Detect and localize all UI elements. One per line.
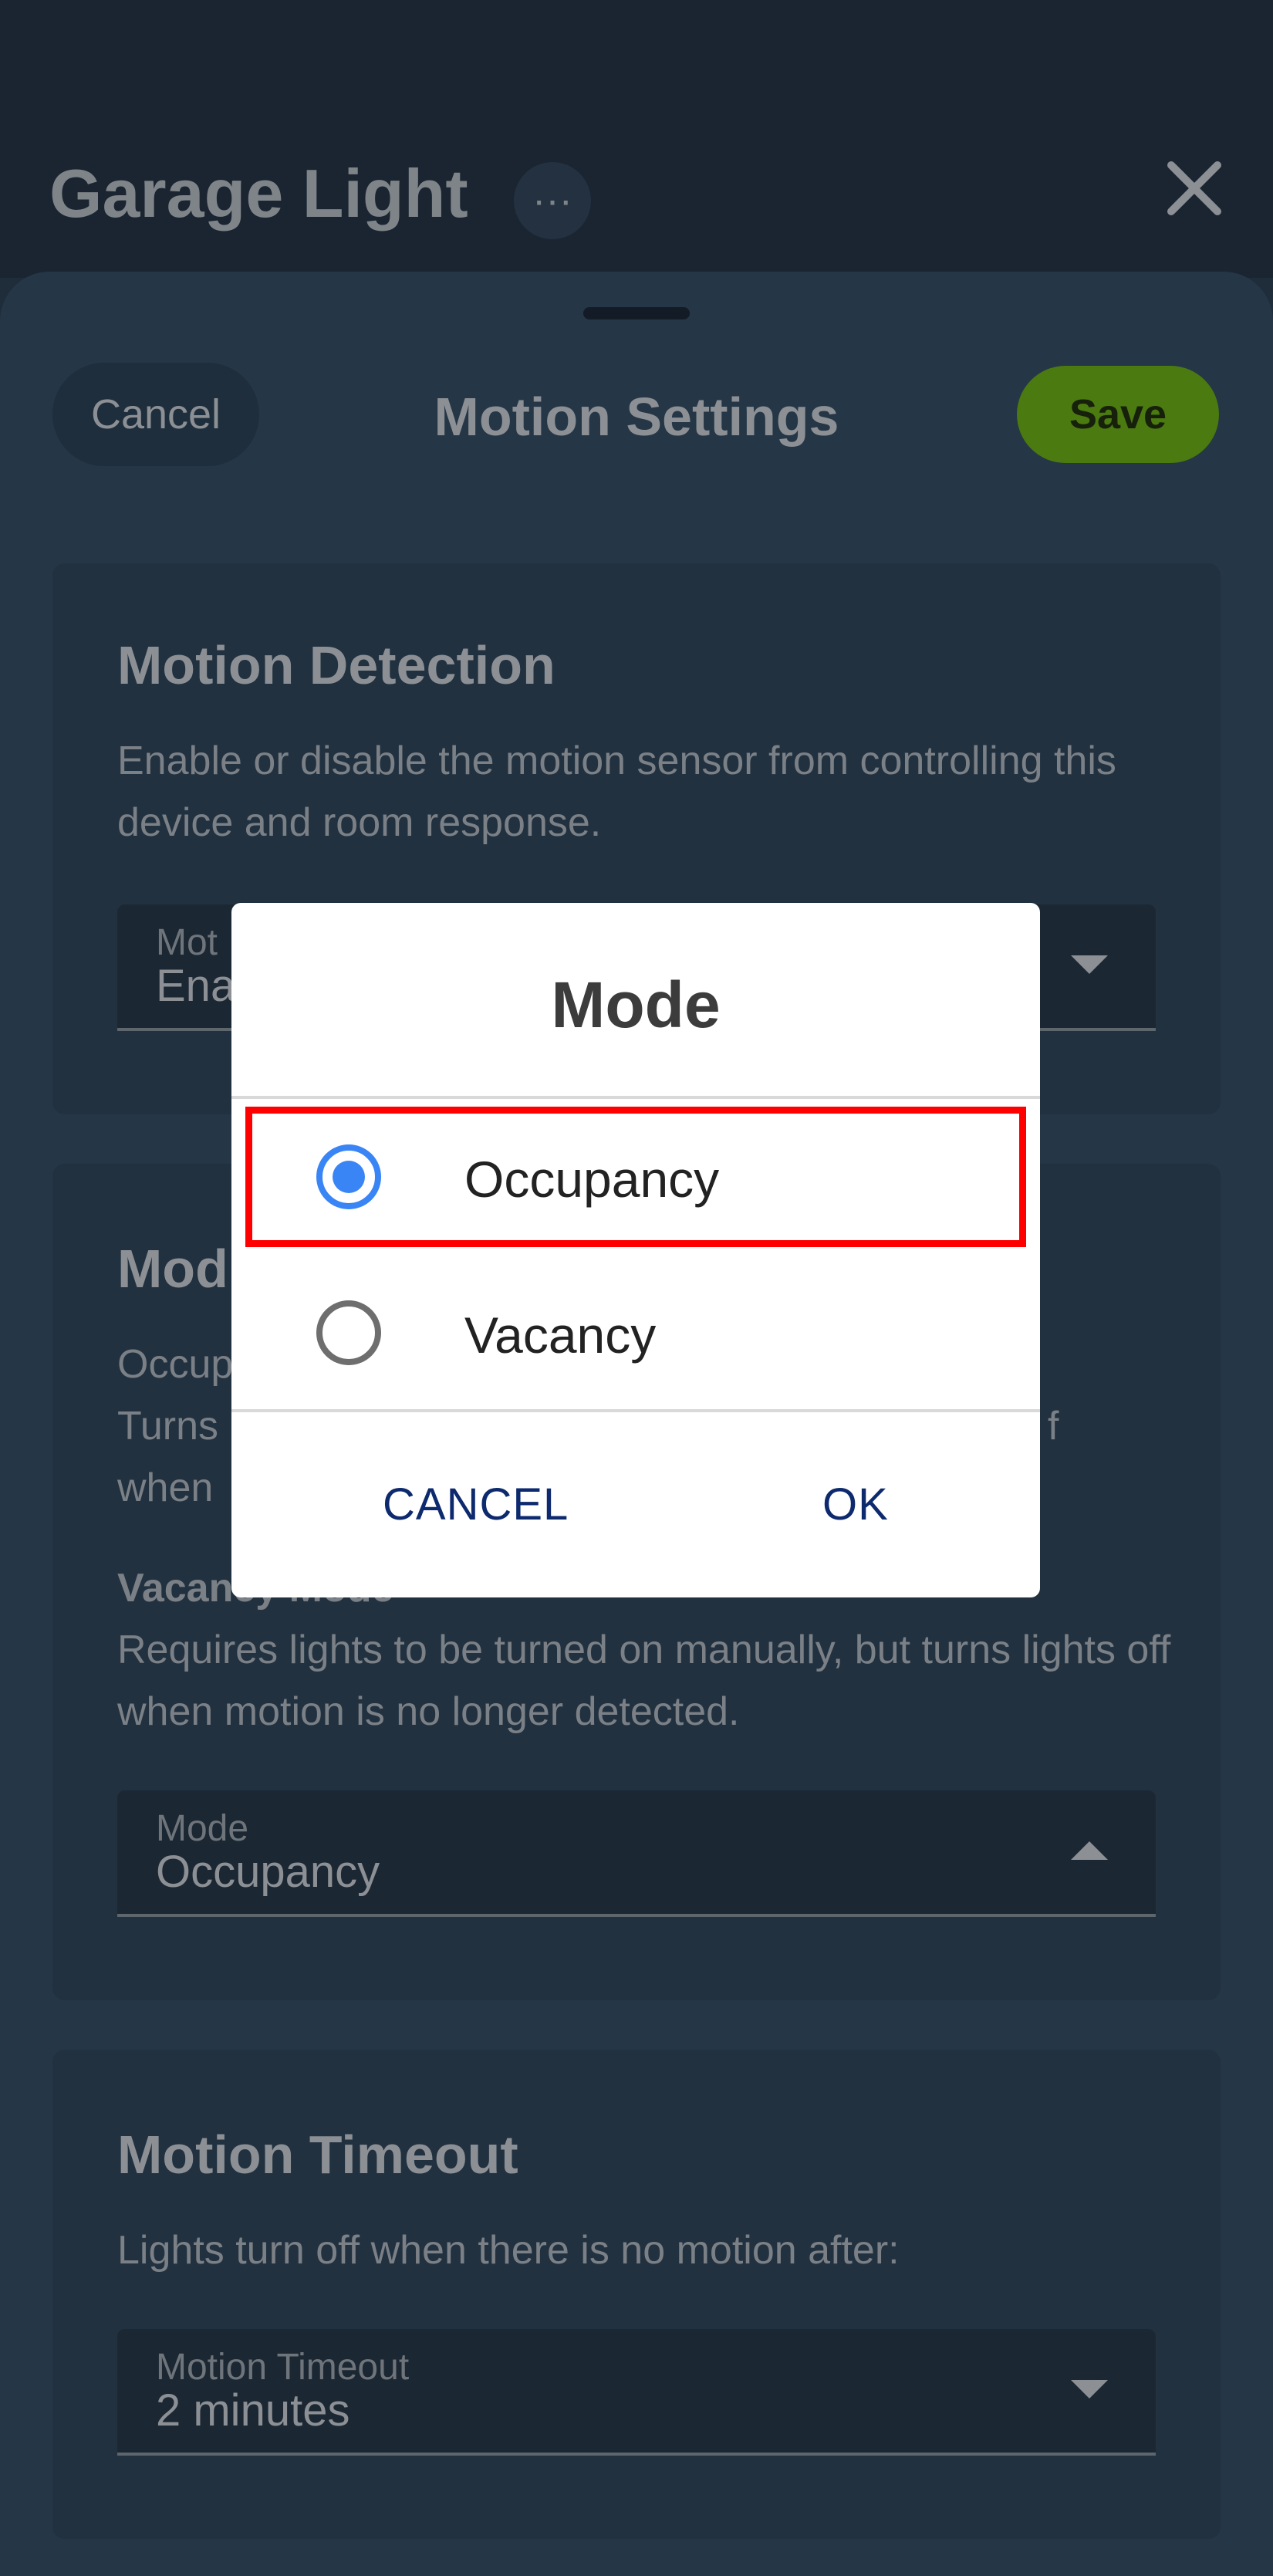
divider	[231, 1409, 1040, 1412]
field-value: Ena	[156, 961, 236, 1011]
dialog-cancel-button[interactable]: CANCEL	[383, 1479, 569, 1530]
card-description: Lights turn off when there is no motion …	[117, 2228, 900, 2273]
occupancy-line: when	[117, 1465, 214, 1510]
field-label: Mot	[156, 922, 218, 963]
motion-timeout-dropdown[interactable]: Motion Timeout 2 minutes	[117, 2329, 1156, 2456]
field-value: Occupancy	[156, 1847, 380, 1897]
occupancy-line: Turns	[117, 1404, 218, 1449]
dialog-title: Mode	[551, 969, 721, 1041]
close-icon[interactable]	[1157, 151, 1231, 225]
option-vacancy[interactable]: Vacancy	[245, 1263, 1026, 1403]
more-options-button[interactable]: ···	[514, 162, 591, 239]
option-label: Occupancy	[464, 1151, 720, 1208]
field-label: Motion Timeout	[156, 2347, 410, 2388]
occupancy-heading: Occup	[117, 1342, 234, 1387]
vacancy-description: Requires lights to be turned on manually…	[117, 1628, 1171, 1734]
radio-selected-icon	[316, 1144, 381, 1209]
chevron-up-icon	[1071, 1841, 1108, 1860]
card-title: Motion Timeout	[117, 2125, 518, 2185]
occupancy-line-end: f	[1048, 1404, 1059, 1449]
motion-timeout-card: Motion Timeout Lights turn off when ther…	[52, 2050, 1221, 2539]
drag-handle[interactable]	[583, 307, 690, 319]
card-title: Motion Detection	[117, 635, 555, 695]
option-occupancy[interactable]: Occupancy	[245, 1107, 1026, 1247]
card-description: Enable or disable the motion sensor from…	[117, 739, 1116, 845]
divider	[231, 1096, 1040, 1099]
option-label: Vacancy	[464, 1307, 657, 1364]
field-label: Mode	[156, 1808, 249, 1849]
chevron-down-icon	[1071, 2380, 1108, 2399]
save-button[interactable]: Save	[1017, 366, 1219, 463]
mode-dropdown[interactable]: Mode Occupancy	[117, 1790, 1156, 1917]
chevron-down-icon	[1071, 955, 1108, 974]
device-title: Garage Light	[49, 155, 468, 232]
mode-dialog: Mode Occupancy Vacancy CANCEL OK	[231, 903, 1040, 1597]
card-title: Mod	[117, 1239, 228, 1299]
field-value: 2 minutes	[156, 2385, 350, 2436]
radio-unselected-icon	[316, 1300, 381, 1365]
top-bar	[0, 0, 1273, 278]
dialog-ok-button[interactable]: OK	[822, 1479, 889, 1530]
